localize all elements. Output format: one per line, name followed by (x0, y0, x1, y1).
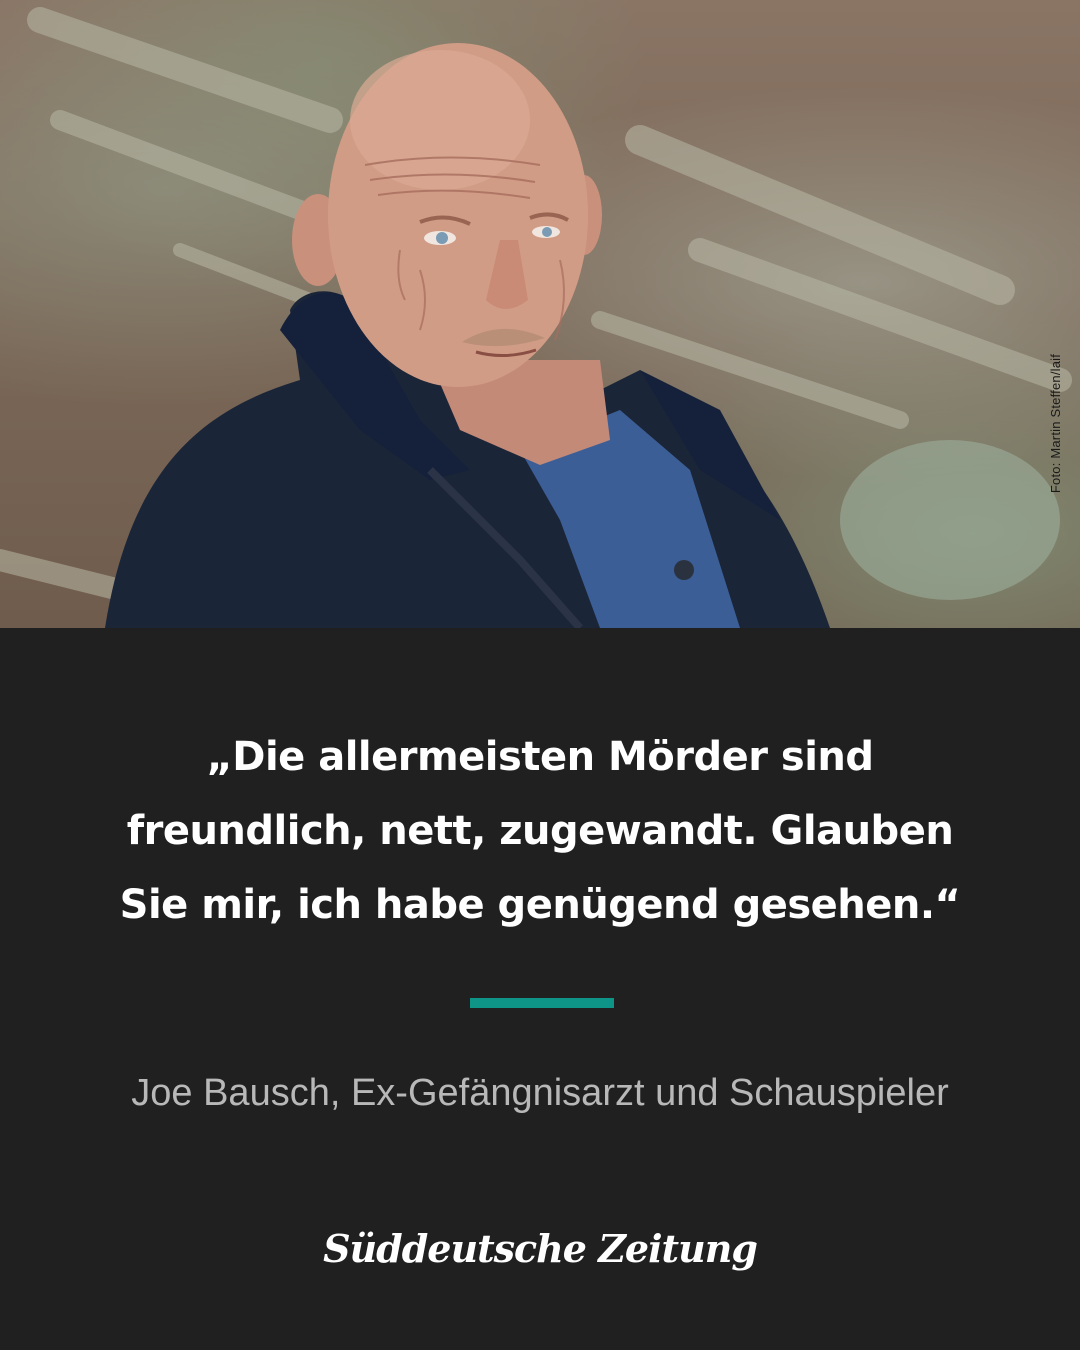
brand-logo: Süddeutsche Zeitung (323, 1226, 758, 1271)
quote-line: freundlich, nett, zugewandt. Glauben (126, 808, 954, 854)
accent-divider (470, 998, 614, 1008)
portrait-photo: Foto: Martin Steffen/laif (0, 0, 1080, 628)
quote-line: „Die allermeisten Mörder sind (206, 734, 874, 780)
quote-attribution: Joe Bausch, Ex-Gefängnisarzt und Schausp… (131, 1072, 949, 1114)
portrait-illustration (0, 7, 1072, 628)
quote-text: „Die allermeisten Mörder sind freundlich… (60, 720, 1020, 942)
quote-line: Sie mir, ich habe genügend gesehen.“ (119, 882, 961, 928)
quote-card: Foto: Martin Steffen/laif „Die allermeis… (0, 0, 1080, 1350)
photo-credit: Foto: Martin Steffen/laif (1048, 353, 1064, 493)
